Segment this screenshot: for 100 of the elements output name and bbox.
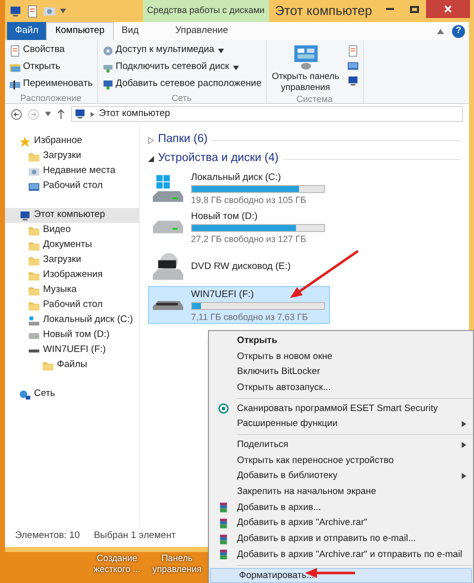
status-text: Выбран 1 элемент (94, 528, 176, 543)
drive-name: DVD RW дисковод (E:) (191, 260, 292, 272)
close-button[interactable] (426, 0, 470, 18)
folder-icon (9, 62, 21, 74)
group-label: Сеть (170, 92, 193, 105)
back-button[interactable] (11, 108, 22, 120)
star-icon (19, 136, 31, 148)
folder-icon (28, 254, 40, 266)
monitor-icon (28, 180, 40, 192)
drive-tile[interactable]: DVD RW дисковод (E:) (148, 247, 330, 285)
menu-item[interactable]: Открыть в новом окне (209, 348, 473, 364)
books-icon (218, 534, 228, 545)
menu-item[interactable]: Расширенные функции (209, 416, 473, 432)
breadcrumb-arrow-icon (90, 112, 95, 116)
menu-item[interactable]: Добавить в архив "Archive.rar" и отправить по e-mail (209, 546, 473, 563)
ribbon-button[interactable]: Открыть (9, 60, 93, 75)
free-space-text: 19,8 ГБ свободно из 105 ГБ (191, 194, 308, 204)
free-space-text: 7,11 ГБ свободно из 7,63 ГБ (191, 312, 309, 322)
nav-item[interactable]: WIN7UEFI (F:) (5, 343, 139, 358)
recent-icon (28, 166, 40, 178)
menu-item[interactable]: Закрепить на начальном экране (209, 484, 473, 500)
expander-icon[interactable] (148, 156, 154, 162)
nav-item[interactable]: Рабочий стол (5, 179, 139, 194)
menu-item[interactable]: Сканировать программой ESET Smart Security (209, 400, 473, 416)
monitor-icon (102, 78, 114, 90)
network-icon (19, 388, 31, 400)
drive-icon (151, 298, 185, 312)
computer-icon (19, 210, 31, 222)
nav-item[interactable]: Музыка (5, 283, 139, 298)
ribbon-tab[interactable]: Компьютер (46, 22, 114, 40)
address-field[interactable]: Этот компьютер (71, 106, 463, 122)
rename-icon (9, 78, 21, 90)
menu-item[interactable]: Форматировать... (210, 568, 472, 583)
section-header[interactable]: Устройства и диски (4) (158, 150, 279, 168)
drive-icon (28, 314, 40, 326)
group-label: Система (295, 93, 334, 106)
nav-item[interactable]: Загрузки (5, 253, 139, 268)
drive-tile[interactable]: Новый том (D:) 27,2 ГБ свободно из 127 ГБ (148, 208, 330, 246)
nav-item[interactable]: Загрузки (5, 149, 139, 164)
computer-icon (74, 108, 86, 120)
close-icon (444, 5, 452, 13)
menu-item[interactable]: Открыть как переносное устройство (209, 452, 473, 468)
eset-icon (218, 403, 228, 414)
control-panel-button[interactable]: Открыть панель управления (270, 43, 341, 93)
nav-item[interactable]: Этот компьютер (5, 208, 139, 223)
ribbon-tab[interactable]: Файл (7, 22, 46, 40)
section-header[interactable]: Папки (6) (158, 131, 208, 149)
drive-tile[interactable]: Локальный диск (C:) 19,8 ГБ свободно из 105 ГБ (148, 169, 330, 207)
nav-item[interactable]: Недавние места (5, 164, 139, 179)
computer-icon (346, 75, 359, 87)
folder-icon (28, 224, 40, 236)
menu-item[interactable]: Поделиться (209, 437, 473, 453)
up-button[interactable] (57, 109, 65, 119)
ribbon-button[interactable]: Подключить сетевой диск (102, 60, 262, 75)
menu-item[interactable]: Открыть автозапуск... (209, 380, 473, 396)
nav-item[interactable]: Изображения (5, 268, 139, 283)
drive-icon (151, 219, 185, 235)
ribbon-button[interactable]: Доступ к мультимедиа (102, 43, 262, 58)
monitor-icon (346, 60, 359, 72)
nav-item[interactable]: Новый том (D:) (5, 328, 139, 343)
menu-item[interactable]: Добавить в библиотеку (209, 468, 473, 484)
drive-name: Новый том (D:) (191, 210, 258, 222)
recent-icon (43, 4, 56, 18)
folder-icon (28, 240, 40, 252)
document-icon (346, 45, 359, 57)
nav-item[interactable]: Локальный диск (C:) (5, 313, 139, 328)
ribbon-button[interactable]: Добавить сетевое расположение (102, 77, 262, 92)
menu-item[interactable]: Открыть (209, 333, 473, 349)
ribbon-button[interactable]: Свойства (9, 43, 93, 58)
context-tab-title: Средства работы с дисками (143, 0, 269, 22)
nav-item[interactable]: Документы (5, 238, 139, 253)
books-icon (218, 549, 228, 560)
books-icon (218, 518, 228, 529)
help-button[interactable]: ? (452, 24, 465, 38)
customize-dropdown-icon[interactable] (60, 8, 66, 14)
drive-name: WIN7UEFI (F:) (191, 288, 255, 300)
window-title: Этот компьютер (274, 2, 374, 20)
books-icon (218, 502, 228, 514)
nav-item[interactable]: Рабочий стол (5, 298, 139, 313)
folder-icon (42, 360, 54, 372)
folder-icon (28, 284, 40, 296)
nav-item[interactable]: Сеть (5, 387, 139, 402)
collapse-ribbon-icon[interactable] (437, 28, 444, 34)
nav-item[interactable]: Избранное (5, 134, 139, 149)
status-text: Элементов: 10 (15, 528, 80, 543)
nav-item[interactable]: Файлы (5, 358, 139, 373)
menu-item[interactable]: Добавить в архив и отправить по e-mail... (209, 531, 473, 547)
menu-item[interactable]: Добавить в архив... (209, 500, 473, 516)
ribbon-button[interactable]: Переименовать (9, 77, 93, 92)
drive-icon (151, 174, 185, 202)
free-space-text: 27,2 ГБ свободно из 127 ГБ (191, 234, 308, 244)
nav-item[interactable]: Видео (5, 223, 139, 238)
menu-item[interactable]: Включить BitLocker (209, 364, 473, 380)
history-dropdown-icon[interactable] (45, 111, 51, 117)
folder-icon (28, 300, 40, 312)
disc-icon (102, 44, 114, 56)
breadcrumb: Этот компьютер (99, 106, 170, 121)
drive-tile[interactable]: WIN7UEFI (F:) 7,11 ГБ свободно из 7,63 ГБ (148, 286, 330, 324)
menu-item[interactable]: Добавить в архив "Archive.rar" (209, 516, 473, 532)
computer-icon (9, 4, 22, 18)
